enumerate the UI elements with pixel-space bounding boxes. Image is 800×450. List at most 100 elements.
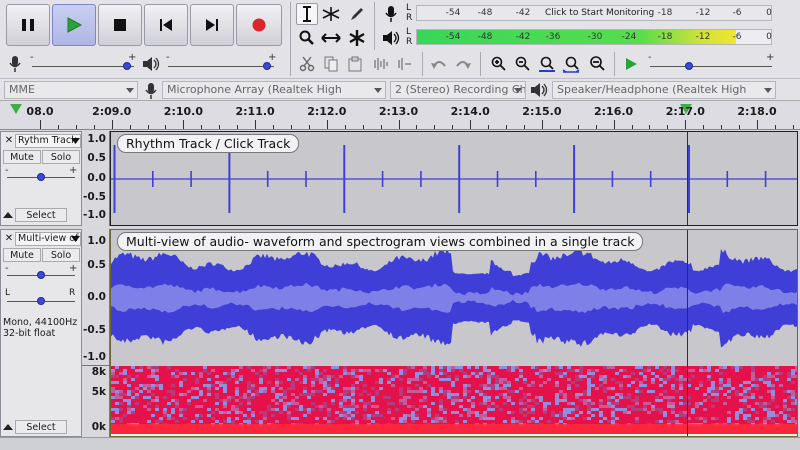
gain-slider[interactable]: - + xyxy=(5,263,77,282)
ruler-minor-tick xyxy=(201,125,203,129)
zoom-in-icon xyxy=(491,56,506,71)
silence-button[interactable] xyxy=(394,53,416,75)
fit-selection-icon xyxy=(539,56,555,72)
play-button[interactable] xyxy=(52,4,96,46)
play-meter-speaker[interactable] xyxy=(380,27,402,49)
trim-button[interactable] xyxy=(370,53,392,75)
double-arrow-icon xyxy=(321,33,341,43)
record-meter-mic[interactable] xyxy=(380,3,402,25)
fit-selection-button[interactable] xyxy=(536,53,558,75)
recording-volume-slider[interactable]: - + xyxy=(28,52,138,73)
slider-thumb[interactable] xyxy=(37,271,45,279)
slider-plus-label: + xyxy=(128,52,137,63)
collapse-track-button[interactable] xyxy=(3,212,13,218)
ruler-minor-tick xyxy=(237,125,239,129)
zoom-toggle-button[interactable] xyxy=(586,53,608,75)
ruler-time-label: 2:18.0 xyxy=(737,105,777,118)
slider-thumb[interactable] xyxy=(37,173,45,181)
pan-slider[interactable]: L R xyxy=(5,288,77,306)
track-control-panel[interactable]: ✕ Rythm Track Mute Solo - + Select xyxy=(0,131,82,226)
close-track-button[interactable]: ✕ xyxy=(3,134,15,148)
skip-to-start-icon xyxy=(160,19,172,31)
time-shift-tool[interactable] xyxy=(320,27,342,49)
record-button[interactable] xyxy=(236,4,282,46)
track-format-info: Mono, 44100Hz 32-bit float xyxy=(3,317,77,339)
cut-button[interactable] xyxy=(296,53,318,75)
select-track-button[interactable]: Select xyxy=(15,208,67,222)
record-meter-bar: -54 -48 -42 Click to Start Monitoring -1… xyxy=(416,5,772,21)
slider-minus-label: - xyxy=(30,52,34,63)
ruler-major-tick xyxy=(470,120,472,129)
solo-button[interactable]: Solo xyxy=(42,248,80,262)
playback-device-select[interactable]: Speaker/Headphone (Realtek High xyxy=(552,81,776,99)
recording-device-select[interactable]: Microphone Array (Realtek High xyxy=(162,81,386,99)
selection-tool[interactable] xyxy=(296,3,318,25)
record-meter[interactable]: L R -54 -48 -42 Click to Start Monitorin… xyxy=(402,3,776,23)
ruler-minor-tick xyxy=(739,125,741,129)
select-track-button[interactable]: Select xyxy=(15,420,67,434)
close-track-button[interactable]: ✕ xyxy=(3,232,15,246)
paste-button[interactable] xyxy=(344,53,366,75)
start-monitoring-prompt[interactable]: Click to Start Monitoring xyxy=(545,8,654,18)
scissors-icon xyxy=(299,56,315,72)
collapse-track-button[interactable] xyxy=(3,424,13,430)
envelope-tool[interactable] xyxy=(320,3,342,25)
speaker-icon xyxy=(531,83,548,97)
waveform-area[interactable]: Multi-view of audio- waveform and spectr… xyxy=(110,229,798,437)
audio-host-select[interactable]: MME xyxy=(4,81,138,99)
solo-button[interactable]: Solo xyxy=(42,150,80,164)
play-meter-right-label: R xyxy=(406,37,413,47)
ruler-minor-tick xyxy=(75,125,77,129)
i-beam-icon xyxy=(303,6,311,22)
microphone-icon xyxy=(145,83,157,99)
mute-button[interactable]: Mute xyxy=(3,150,41,164)
ruler-time-label: 2:10.0 xyxy=(163,105,203,118)
mute-button[interactable]: Mute xyxy=(3,248,41,262)
slider-thumb[interactable] xyxy=(263,62,271,70)
multi-tool[interactable] xyxy=(346,27,368,49)
skip-to-start-button[interactable] xyxy=(144,4,188,46)
ruler-minor-tick xyxy=(774,125,776,129)
ruler-minor-tick xyxy=(273,125,275,129)
copy-button[interactable] xyxy=(320,53,342,75)
frequency-label: 0k xyxy=(91,421,106,433)
clip-label[interactable]: Multi-view of audio- waveform and spectr… xyxy=(117,232,644,251)
ruler-time-label: 2:16.0 xyxy=(593,105,634,118)
playback-meter[interactable]: L R -54 -48 -42 -36 -30 -24 -18 -12 -6 0 xyxy=(402,27,776,47)
recording-channels-select[interactable]: 2 (Stereo) Recording Cha xyxy=(390,81,526,99)
sample-rate-text: Mono, 44100Hz xyxy=(3,317,78,328)
magnifier-icon xyxy=(299,30,314,45)
zoom-out-button[interactable] xyxy=(512,53,534,75)
draw-tool[interactable] xyxy=(346,3,368,25)
play-at-speed-slider[interactable]: - + xyxy=(646,52,776,73)
play-meter-tick: -48 xyxy=(477,32,493,42)
zoom-in-button[interactable] xyxy=(488,53,510,75)
track-control-panel[interactable]: ✕ Multi-view of Mute Solo - + L R Mono, … xyxy=(0,229,82,437)
amplitude-scale[interactable]: 1.0 0.5 0.0 -0.5 -1.0 8k 5k 0k xyxy=(82,229,110,437)
undo-button[interactable] xyxy=(428,53,450,75)
record-meter-tick: -54 xyxy=(445,8,461,18)
redo-button[interactable] xyxy=(452,53,474,75)
fit-project-button[interactable] xyxy=(560,53,582,75)
ruler-minor-tick xyxy=(595,125,597,129)
stop-button[interactable] xyxy=(98,4,142,46)
slider-thumb[interactable] xyxy=(37,297,45,305)
gain-slider[interactable]: - + xyxy=(5,165,77,184)
fit-project-icon xyxy=(562,56,580,73)
amplitude-scale[interactable]: 1.0 0.5 0.0 -0.5 -1.0 xyxy=(82,131,110,226)
pause-button[interactable] xyxy=(6,4,50,46)
ruler-minor-tick xyxy=(416,125,418,129)
speaker-icon xyxy=(143,57,160,71)
play-region-start-marker[interactable] xyxy=(10,104,22,114)
zoom-tool[interactable] xyxy=(296,27,318,49)
playback-volume-slider[interactable]: - + xyxy=(164,52,278,73)
clip-label[interactable]: Rhythm Track / Click Track xyxy=(117,134,300,153)
speaker-icon xyxy=(383,31,400,45)
play-at-speed-button[interactable] xyxy=(620,53,642,75)
slider-thumb[interactable] xyxy=(123,62,131,70)
waveform-area[interactable]: Rhythm Track / Click Track xyxy=(110,131,798,226)
timeline-ruler[interactable]: 08.0 2:09.0 2:10.0 2:11.0 2:12.0 2:13.0 2:14.0… xyxy=(0,100,800,130)
slider-thumb[interactable] xyxy=(685,62,693,70)
skip-to-end-button[interactable] xyxy=(190,4,234,46)
scale-label: 1.0 xyxy=(87,133,106,145)
